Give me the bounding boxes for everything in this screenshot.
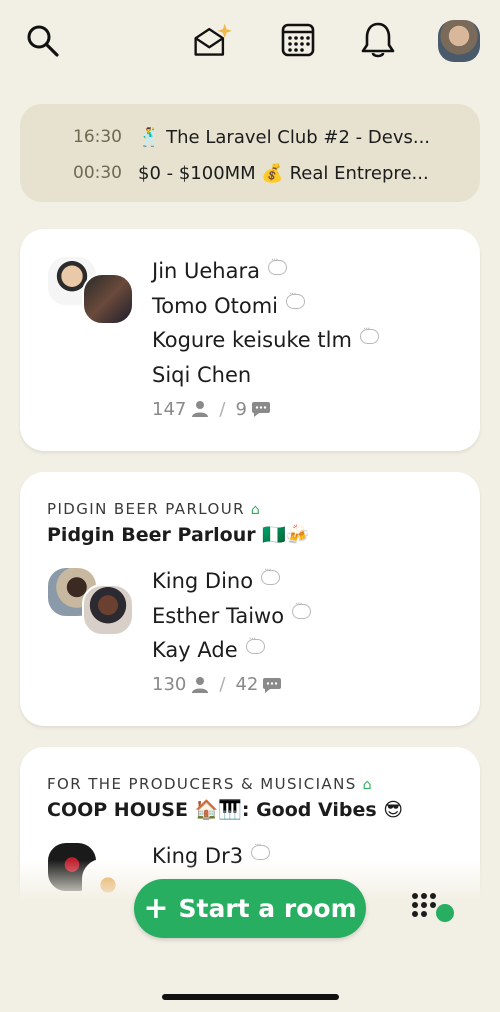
speaker-name: Tomo Otomi xyxy=(152,289,379,324)
start-room-label: Start a room xyxy=(178,894,357,923)
house-icon: ⌂ xyxy=(362,777,373,793)
notifications-bell-icon[interactable] xyxy=(358,20,398,60)
event-emoji: 🕺 xyxy=(138,126,161,148)
house-icon: ⌂ xyxy=(250,502,262,518)
profile-avatar[interactable] xyxy=(438,20,480,62)
speaker-count: 42 xyxy=(235,674,259,695)
listener-count: 147 xyxy=(152,398,187,420)
top-bar xyxy=(0,0,500,90)
speaker-name: Jin Uehara xyxy=(152,254,379,289)
upcoming-event-row[interactable]: 00:30 $0 - $100MM 💰 Real Entrepre... xyxy=(20,156,480,190)
room-card[interactable]: Jin Uehara Tomo Otomi Kogure keisuke tlm… xyxy=(20,229,480,451)
search-icon[interactable] xyxy=(22,20,62,60)
speech-bubble-icon xyxy=(251,840,271,860)
invite-envelope-icon[interactable] xyxy=(192,20,232,60)
speaker-list: King Dino Esther Taiwo Kay Ade 130 / 42 xyxy=(152,564,312,702)
separator: / xyxy=(219,674,226,695)
person-icon xyxy=(192,401,209,417)
plus-icon: + xyxy=(143,891,169,926)
speech-bubble-icon xyxy=(292,599,312,620)
upcoming-events[interactable]: 16:30 🕺 The Laravel Club #2 - Devs... 00… xyxy=(20,104,480,202)
chat-bubble-icon xyxy=(263,677,282,693)
speaker-name: Kay Ade xyxy=(152,633,311,668)
speech-bubble-icon xyxy=(267,255,287,275)
room-title: COOP HOUSE 🏠🎹: Good Vibes 😎 xyxy=(47,799,404,821)
room-stats: 130 / 42 xyxy=(152,668,311,702)
speaker-name: Siqi Chen xyxy=(152,362,252,387)
separator: / xyxy=(219,398,226,420)
event-title: The Laravel Club #2 - Devs... xyxy=(166,126,431,148)
event-time: 00:30 xyxy=(73,163,122,183)
speech-bubble-icon xyxy=(359,324,379,344)
upcoming-event-row[interactable]: 16:30 🕺 The Laravel Club #2 - Devs... xyxy=(20,120,480,154)
speaker-avatar xyxy=(82,273,134,325)
speaker-list: Jin Uehara Tomo Otomi Kogure keisuke tlm… xyxy=(152,254,379,426)
speaker-name: Kogure keisuke tlm xyxy=(152,323,379,358)
speech-bubble-icon xyxy=(261,565,281,585)
online-people-grid-icon[interactable] xyxy=(410,892,456,928)
speech-bubble-icon xyxy=(286,289,305,310)
start-room-button[interactable]: + Start a room xyxy=(134,879,366,938)
speaker-name: Esther Taiwo xyxy=(152,599,312,634)
home-indicator[interactable] xyxy=(162,994,339,1000)
person-icon xyxy=(192,676,209,693)
speech-bubble-icon xyxy=(245,634,265,654)
event-title: $0 - $100MM 💰 Real Entrepre... xyxy=(138,162,429,184)
speaker-avatar xyxy=(82,584,134,636)
chat-bubble-icon xyxy=(251,402,270,417)
club-name: FOR THE PRODUCERS & MUSICIANS ⌂ xyxy=(47,775,373,793)
room-title: Pidgin Beer Parlour 🇳🇬🍻 xyxy=(47,524,310,546)
event-time: 16:30 xyxy=(73,127,122,147)
speaker-name: King Dino xyxy=(152,564,311,599)
speaker-count: 9 xyxy=(235,398,247,420)
club-name: PIDGIN BEER PARLOUR ⌂ xyxy=(47,500,262,518)
online-status-dot xyxy=(436,904,454,922)
listener-count: 130 xyxy=(152,674,187,695)
room-card[interactable]: PIDGIN BEER PARLOUR ⌂ Pidgin Beer Parlour… xyxy=(20,472,480,726)
calendar-icon[interactable] xyxy=(278,20,318,60)
room-stats: 147 / 9 xyxy=(152,392,379,426)
